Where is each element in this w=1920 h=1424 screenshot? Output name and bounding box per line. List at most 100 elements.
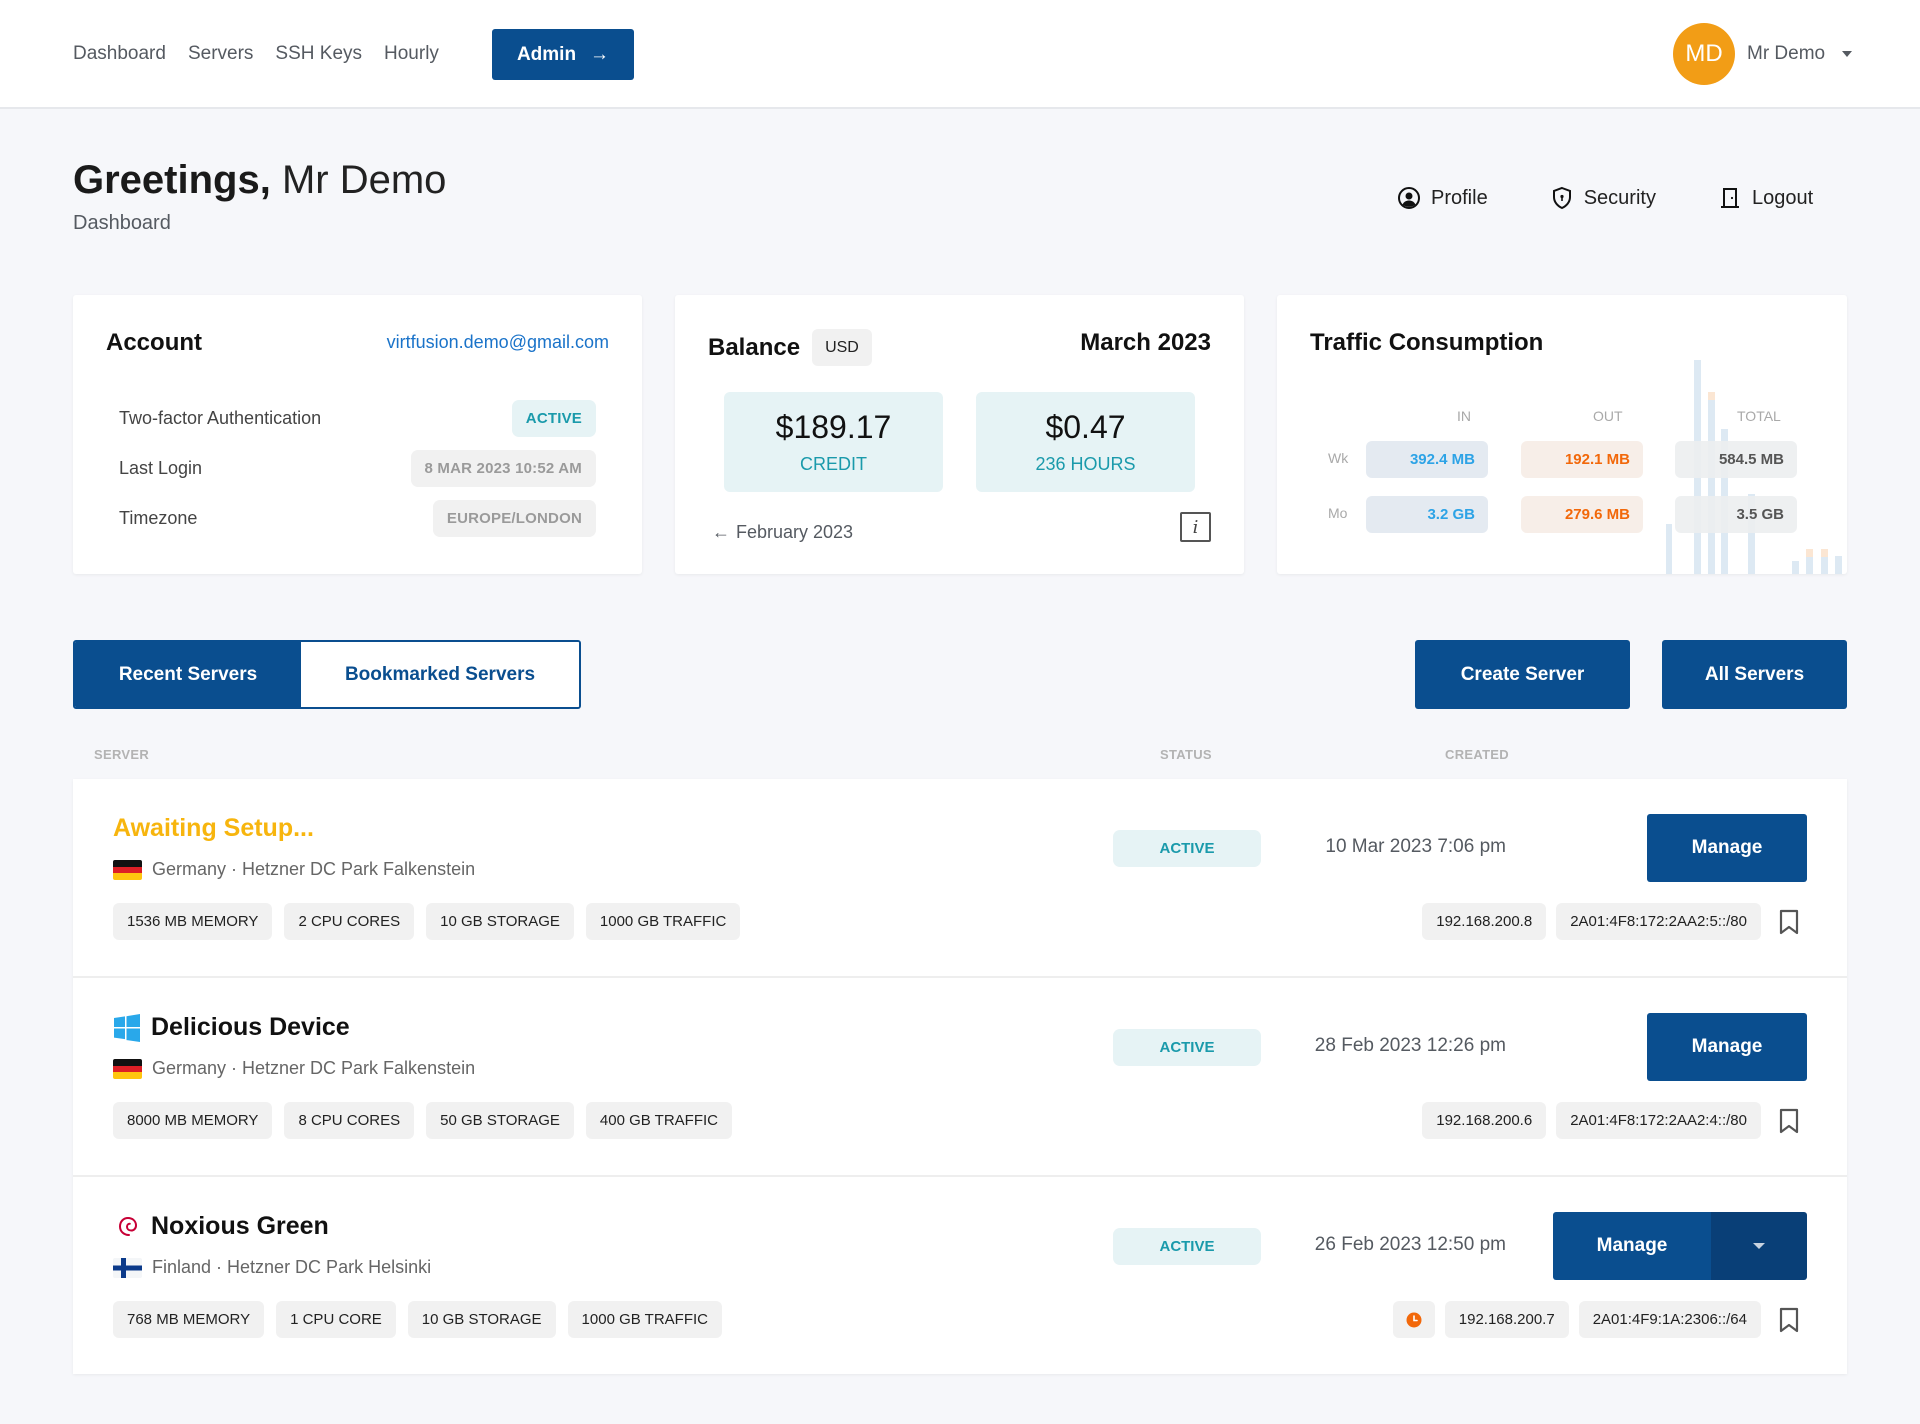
- traffic-col-total: TOTAL: [1737, 408, 1781, 424]
- spec-cpu: 1 CPU CORE: [276, 1301, 396, 1338]
- balance-card: Balance USD March 2023 $189.17 CREDIT $0…: [675, 295, 1244, 574]
- nav-servers[interactable]: Servers: [188, 43, 253, 65]
- logout-link[interactable]: Logout: [1718, 186, 1813, 210]
- page-subtitle: Dashboard: [73, 212, 171, 234]
- server-name-text[interactable]: Awaiting Setup...: [113, 814, 314, 843]
- previous-month-label: February 2023: [736, 522, 854, 542]
- ipv4-address: 192.168.200.7: [1444, 1301, 1569, 1338]
- spec-traffic: 400 GB TRAFFIC: [585, 1102, 732, 1139]
- server-row: Delicious Device Germany · Hetzner DC Pa…: [73, 978, 1847, 1177]
- server-name[interactable]: Awaiting Setup...: [113, 814, 314, 843]
- tab-bookmarked-servers[interactable]: Bookmarked Servers: [301, 642, 579, 707]
- server-created-date: 28 Feb 2023 12:26 pm: [1314, 1035, 1506, 1056]
- clock-icon: [1392, 1301, 1435, 1338]
- server-specs: 1536 MB MEMORY 2 CPU CORES 10 GB STORAGE…: [113, 903, 741, 940]
- currency-badge: USD: [812, 329, 872, 366]
- account-email[interactable]: virtfusion.demo@gmail.com: [387, 332, 609, 353]
- manage-button[interactable]: Manage: [1647, 1013, 1807, 1081]
- previous-month-link[interactable]: ← February 2023: [712, 522, 853, 543]
- ipv6-address: 2A01:4F8:172:2AA2:4::/80: [1556, 1102, 1761, 1139]
- manage-button[interactable]: Manage: [1647, 814, 1807, 882]
- last-login-value: 8 MAR 2023 10:52 AM: [410, 449, 596, 487]
- ipv4-address: 192.168.200.8: [1422, 903, 1547, 940]
- server-specs: 768 MB MEMORY 1 CPU CORE 10 GB STORAGE 1…: [113, 1301, 722, 1338]
- arrow-left-icon: ←: [712, 522, 730, 542]
- spec-traffic: 1000 GB TRAFFIC: [585, 903, 741, 940]
- credit-label: CREDIT: [800, 454, 867, 474]
- manage-dropdown-toggle[interactable]: [1711, 1212, 1807, 1280]
- finland-flag-icon: [113, 1257, 142, 1278]
- traffic-month-in: 3.2 GB: [1366, 496, 1488, 533]
- traffic-row-month-label: Mo: [1328, 505, 1348, 521]
- usage-hours: 236 HOURS: [1035, 454, 1136, 474]
- server-row: Awaiting Setup... Germany · Hetzner DC P…: [73, 779, 1847, 978]
- server-location: Germany · Hetzner DC Park Falkenstein: [113, 1058, 475, 1079]
- server-location-text: Germany · Hetzner DC Park Falkenstein: [152, 1058, 476, 1078]
- bookmark-icon[interactable]: [1771, 903, 1807, 940]
- spec-storage: 50 GB STORAGE: [426, 1102, 574, 1139]
- ipv6-address: 2A01:4F9:1A:2306::/64: [1578, 1301, 1761, 1338]
- user-name[interactable]: Mr Demo: [1747, 43, 1825, 65]
- create-server-button[interactable]: Create Server: [1415, 640, 1630, 709]
- traffic-week-total: 584.5 MB: [1675, 441, 1797, 478]
- server-specs: 8000 MB MEMORY 8 CPU CORES 50 GB STORAGE…: [113, 1102, 732, 1139]
- balance-month: March 2023: [1080, 329, 1211, 356]
- account-links: Profile Security Logout: [1397, 186, 1813, 210]
- arrow-right-icon: →: [590, 43, 610, 65]
- spec-storage: 10 GB STORAGE: [426, 903, 574, 940]
- germany-flag-icon: [113, 1058, 142, 1079]
- server-location-text: Germany · Hetzner DC Park Falkenstein: [152, 859, 476, 879]
- all-servers-button[interactable]: All Servers: [1662, 640, 1847, 709]
- server-name-text[interactable]: Delicious Device: [151, 1013, 350, 1042]
- page-title: Greetings, Mr Demo: [73, 158, 446, 203]
- server-created-date: 10 Mar 2023 7:06 pm: [1325, 836, 1506, 857]
- nav-ssh-keys[interactable]: SSH Keys: [275, 43, 362, 65]
- info-icon[interactable]: i: [1180, 512, 1211, 542]
- timezone-row: Timezone EUROPE/LONDON: [119, 499, 596, 537]
- user-circle-icon: [1398, 187, 1420, 209]
- two-factor-label: Two-factor Authentication: [119, 407, 322, 428]
- nav-dashboard[interactable]: Dashboard: [73, 43, 166, 65]
- debian-icon: [113, 1213, 141, 1241]
- avatar[interactable]: MD: [1673, 23, 1735, 85]
- last-login-label: Last Login: [119, 457, 203, 478]
- door-icon: [1720, 188, 1739, 208]
- last-login-row: Last Login 8 MAR 2023 10:52 AM: [119, 449, 596, 487]
- nav-hourly[interactable]: Hourly: [384, 43, 439, 65]
- greeting-name: Mr Demo: [281, 158, 447, 202]
- bookmark-icon[interactable]: [1771, 1301, 1807, 1338]
- server-name-text[interactable]: Noxious Green: [151, 1212, 329, 1241]
- manage-button[interactable]: Manage: [1553, 1212, 1711, 1280]
- server-tabs: Recent Servers Bookmarked Servers: [73, 640, 581, 709]
- windows-icon: [113, 1013, 141, 1042]
- germany-flag-icon: [113, 859, 142, 880]
- server-name[interactable]: Noxious Green: [113, 1212, 329, 1241]
- caret-down-icon[interactable]: [1842, 51, 1853, 57]
- spec-cpu: 2 CPU CORES: [284, 903, 415, 940]
- admin-button[interactable]: Admin →: [492, 29, 634, 80]
- traffic-col-in: IN: [1457, 408, 1471, 424]
- user-menu[interactable]: MD Mr Demo: [1673, 23, 1853, 85]
- logout-label: Logout: [1751, 186, 1814, 209]
- main-nav: Dashboard Servers SSH Keys Hourly: [73, 0, 439, 108]
- server-name[interactable]: Delicious Device: [113, 1013, 350, 1042]
- column-header-created: CREATED: [1445, 747, 1509, 762]
- column-header-status: STATUS: [1160, 747, 1212, 762]
- server-list: Awaiting Setup... Germany · Hetzner DC P…: [73, 779, 1847, 1374]
- tab-recent-servers[interactable]: Recent Servers: [75, 642, 301, 707]
- spec-memory: 8000 MB MEMORY: [113, 1102, 273, 1139]
- spec-memory: 768 MB MEMORY: [113, 1301, 265, 1338]
- greeting-text: Greetings,: [73, 158, 271, 202]
- usage-amount: $0.47: [1045, 409, 1126, 445]
- spec-memory: 1536 MB MEMORY: [113, 903, 273, 940]
- usage-box: $0.47 236 HOURS: [976, 392, 1195, 492]
- spec-storage: 10 GB STORAGE: [407, 1301, 556, 1338]
- profile-link[interactable]: Profile: [1397, 186, 1488, 210]
- top-navbar: Dashboard Servers SSH Keys Hourly Admin …: [0, 0, 1920, 109]
- two-factor-badge: ACTIVE: [511, 399, 596, 437]
- bookmark-icon[interactable]: [1771, 1102, 1807, 1139]
- traffic-month-total: 3.5 GB: [1675, 496, 1797, 533]
- security-link[interactable]: Security: [1550, 186, 1656, 210]
- balance-title: Balance: [708, 333, 801, 361]
- server-location: Germany · Hetzner DC Park Falkenstein: [113, 859, 475, 880]
